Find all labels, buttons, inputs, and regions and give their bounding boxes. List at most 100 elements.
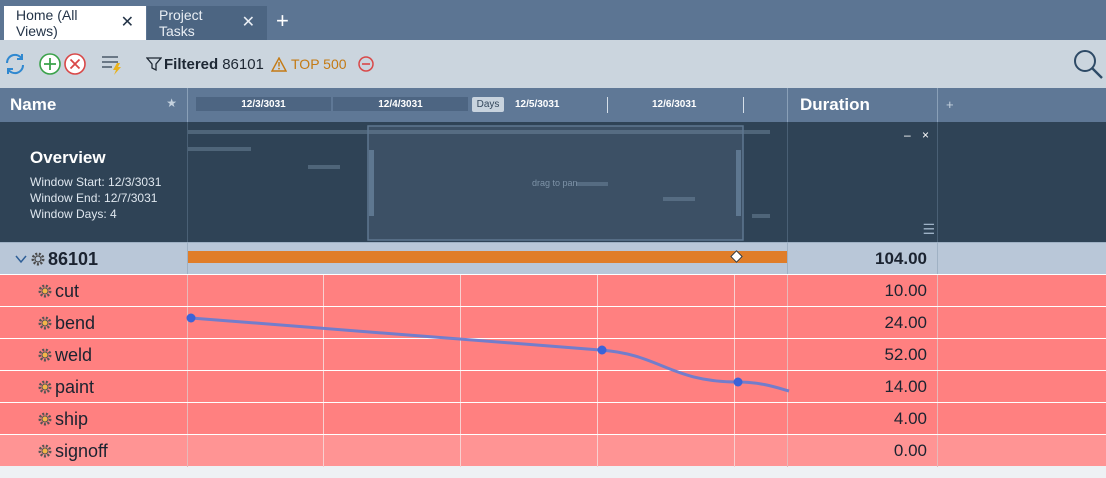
timeline-date-cell: 12/4/3031 <box>333 97 468 111</box>
overview-menu-icon[interactable]: ☰ <box>922 221 935 238</box>
task-empty-cell <box>938 307 1106 339</box>
task-name-cell: weld <box>0 339 188 371</box>
overview-minimize-button[interactable]: – <box>904 128 911 142</box>
summary-bar[interactable] <box>188 251 787 263</box>
task-empty-cell <box>938 339 1106 371</box>
tab-project-tasks[interactable]: Project Tasks ✕ <box>147 6 267 40</box>
gear-icon <box>38 284 52 298</box>
summary-empty-cell <box>938 243 1106 275</box>
window-days: Window Days: 4 <box>30 207 117 221</box>
filter-indicator[interactable]: Filtered 86101 <box>146 53 264 75</box>
task-duration[interactable]: 0.00 <box>788 435 938 467</box>
day-gridline <box>597 403 598 435</box>
overview-close-button[interactable]: × <box>922 128 929 142</box>
column-header-add: + <box>938 88 1106 122</box>
timeline-tick <box>743 97 744 113</box>
day-gridline <box>734 275 735 307</box>
day-gridline <box>323 403 324 435</box>
add-tab-icon[interactable]: + <box>276 10 289 32</box>
bulk-edit-icon[interactable] <box>100 52 124 76</box>
task-duration[interactable]: 4.00 <box>788 403 938 435</box>
task-row[interactable]: signoff 0.00 <box>0 434 1106 467</box>
overview-panel: Overview Window Start: 12/3/3031 Window … <box>0 122 188 242</box>
add-column-icon[interactable]: + <box>946 97 954 112</box>
add-circle-icon[interactable] <box>38 52 62 76</box>
task-gantt-cell <box>188 307 788 339</box>
pin-icon[interactable]: ★ <box>166 96 177 110</box>
gear-icon <box>38 380 52 394</box>
task-name: weld <box>55 344 93 365</box>
day-gridline <box>734 339 735 371</box>
filter-icon <box>146 57 162 72</box>
tab-bar: Home (All Views) ✕ Project Tasks ✕ + <box>0 0 1106 40</box>
task-row[interactable]: paint 14.00 <box>0 370 1106 403</box>
top-limit-indicator[interactable]: TOP 500 <box>271 53 375 75</box>
minimap-task-bar <box>188 147 251 151</box>
timeline-unit-button[interactable]: Days <box>472 97 504 112</box>
task-row[interactable]: cut 10.00 <box>0 274 1106 307</box>
close-icon[interactable]: ✕ <box>121 15 134 31</box>
day-gridline <box>323 307 324 339</box>
tab-label: Home (All Views) <box>16 7 78 39</box>
task-name: signoff <box>55 440 108 461</box>
window-start: Window Start: 12/3/3031 <box>30 175 162 189</box>
overview-minimap[interactable]: drag to pan <box>188 122 788 242</box>
task-name: bend <box>55 312 96 333</box>
task-name-cell: ship <box>0 403 188 435</box>
day-gridline <box>323 371 324 403</box>
gear-icon <box>31 252 45 266</box>
overview-empty <box>938 122 1106 242</box>
tab-home-all-views[interactable]: Home (All Views) ✕ <box>4 6 146 40</box>
task-duration[interactable]: 52.00 <box>788 339 938 371</box>
remove-circle-icon[interactable] <box>63 52 87 76</box>
minimap-task-bar <box>752 214 770 218</box>
timeline-date-label: 12/6/3031 <box>652 98 697 110</box>
day-gridline <box>323 339 324 371</box>
task-duration[interactable]: 10.00 <box>788 275 938 307</box>
timeline-date-label: 12/5/3031 <box>515 98 560 110</box>
gear-icon <box>38 412 52 426</box>
task-name-cell: bend <box>0 307 188 339</box>
task-row[interactable]: ship 4.00 <box>0 402 1106 435</box>
warning-icon <box>271 56 287 72</box>
task-row[interactable]: bend 24.00 <box>0 306 1106 339</box>
top-limit-label: TOP 500 <box>291 56 347 72</box>
task-row[interactable]: weld 52.00 <box>0 338 1106 371</box>
overview-controls: – × ☰ <box>788 122 938 242</box>
overview-title: Overview <box>30 148 106 167</box>
task-duration[interactable]: 24.00 <box>788 307 938 339</box>
summary-name-cell: 86101 <box>0 243 188 275</box>
task-gantt-cell <box>188 403 788 435</box>
day-gridline <box>734 307 735 339</box>
summary-name: 86101 <box>48 248 99 269</box>
refresh-icon[interactable] <box>3 52 27 76</box>
column-header-duration[interactable]: Duration <box>788 88 938 122</box>
task-gantt-cell <box>188 339 788 371</box>
day-gridline <box>460 307 461 339</box>
search-icon[interactable] <box>1072 48 1104 80</box>
day-gridline <box>597 371 598 403</box>
day-gridline <box>460 435 461 467</box>
column-header-name[interactable]: Name ★ <box>0 88 188 122</box>
chevron-down-icon[interactable] <box>14 252 28 266</box>
task-name: paint <box>55 376 95 397</box>
column-title-name: Name <box>10 95 57 114</box>
minimap-window-handle <box>736 150 741 216</box>
summary-row[interactable]: 86101 104.00 <box>0 242 1106 275</box>
gear-icon <box>38 316 52 330</box>
minus-circle-icon[interactable] <box>357 55 375 73</box>
day-gridline <box>734 435 735 467</box>
day-gridline <box>460 403 461 435</box>
timeline-header: 12/3/3031 12/4/3031 Days 12/5/3031 12/6/… <box>188 88 788 122</box>
close-icon[interactable]: ✕ <box>242 15 255 31</box>
summary-duration[interactable]: 104.00 <box>788 243 938 275</box>
task-name: ship <box>55 408 89 429</box>
day-gridline <box>734 403 735 435</box>
task-gantt-cell <box>188 371 788 403</box>
window-end: Window End: 12/7/3031 <box>30 191 158 205</box>
day-gridline <box>597 435 598 467</box>
drag-hint: drag to pan <box>532 178 578 188</box>
task-empty-cell <box>938 403 1106 435</box>
task-gantt-cell <box>188 275 788 307</box>
task-duration[interactable]: 14.00 <box>788 371 938 403</box>
